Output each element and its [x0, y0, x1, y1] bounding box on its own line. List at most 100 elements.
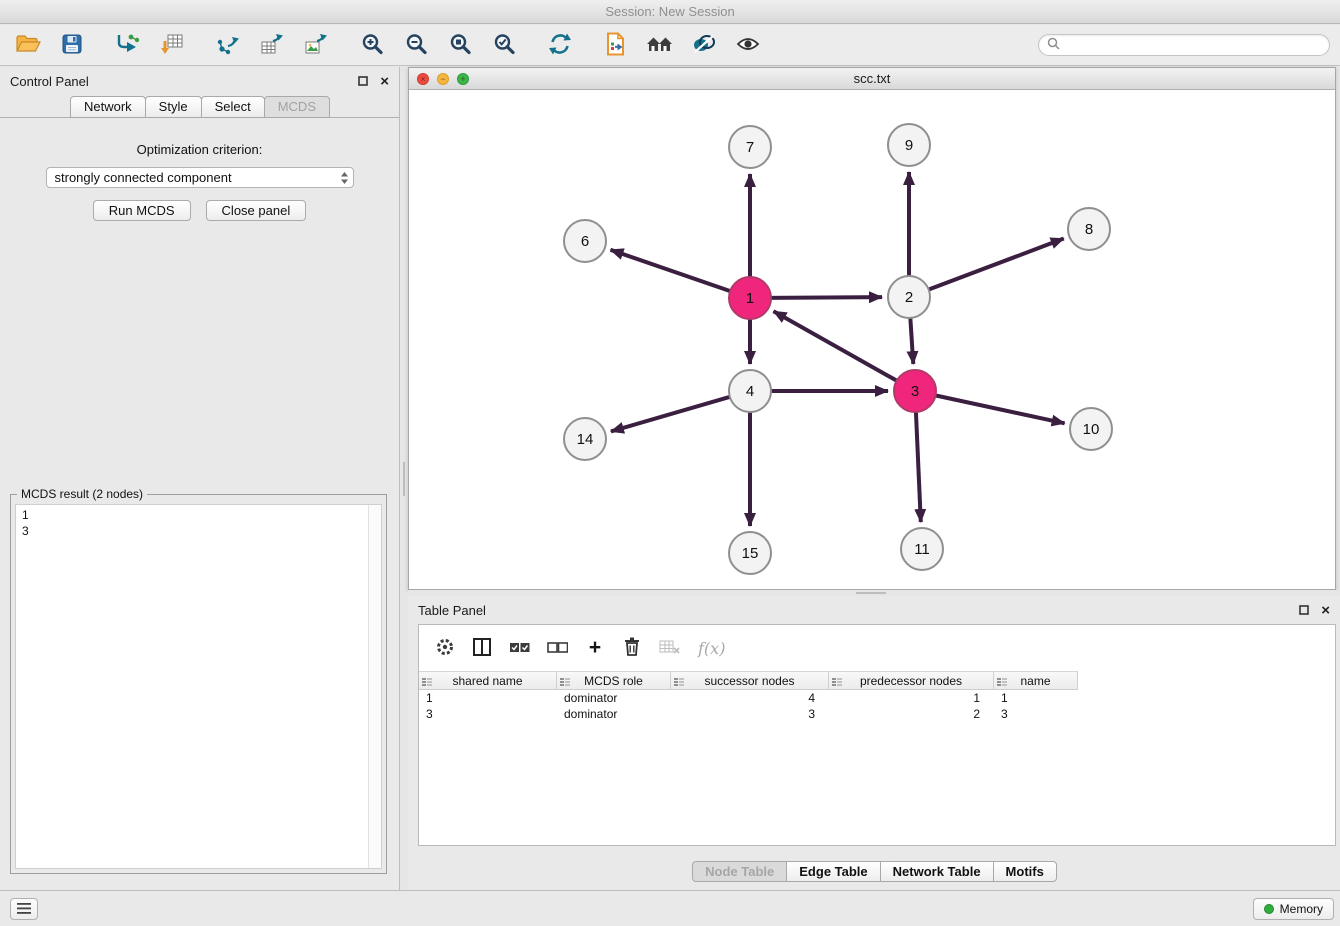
- svg-text:9: 9: [905, 137, 913, 154]
- splitter-handle[interactable]: [856, 592, 886, 594]
- close-window-button[interactable]: ×: [417, 73, 429, 85]
- import-network-button[interactable]: [110, 30, 146, 60]
- clone-network-button[interactable]: [210, 30, 246, 60]
- first-neighbors-button[interactable]: [642, 30, 678, 60]
- edge-1-6[interactable]: [611, 250, 733, 292]
- graph-node-4[interactable]: 4: [729, 370, 771, 412]
- search-box[interactable]: [1038, 34, 1330, 56]
- graph-node-8[interactable]: 8: [1068, 208, 1110, 250]
- select-all-columns-button[interactable]: [509, 637, 530, 659]
- graph-node-9[interactable]: 9: [888, 124, 930, 166]
- search-input[interactable]: [1065, 38, 1321, 52]
- column-header-mcds-role[interactable]: MCDS role: [557, 672, 671, 689]
- table-cell: dominator: [557, 690, 671, 706]
- column-header-predecessor-nodes[interactable]: predecessor nodes: [829, 672, 994, 689]
- delete-column-button[interactable]: [622, 637, 642, 659]
- optimization-dropdown[interactable]: strongly connected component: [46, 167, 354, 188]
- menu-button[interactable]: [10, 898, 38, 920]
- zoom-out-button[interactable]: [398, 30, 434, 60]
- apply-style-button[interactable]: [686, 30, 722, 60]
- graph-node-7[interactable]: 7: [729, 126, 771, 168]
- run-mcds-button[interactable]: Run MCDS: [93, 200, 191, 221]
- export-to-web-button[interactable]: [598, 30, 634, 60]
- network-graph[interactable]: 7 9 6 8 1 2 4 3 10 14 15 11: [409, 90, 1335, 589]
- export-image-button[interactable]: [298, 30, 334, 60]
- zoom-in-button[interactable]: [354, 30, 390, 60]
- vertical-splitter[interactable]: [400, 67, 408, 890]
- export-table-button[interactable]: [254, 30, 290, 60]
- column-header-name[interactable]: name: [994, 672, 1078, 689]
- columns-icon: [472, 637, 492, 660]
- chevron-up-down-icon: [340, 171, 349, 185]
- graph-node-2[interactable]: 2: [888, 276, 930, 318]
- tab-select[interactable]: Select: [201, 96, 265, 118]
- graph-node-1[interactable]: 1: [729, 277, 771, 319]
- graph-node-3[interactable]: 3: [894, 370, 936, 412]
- app-title: Session: New Session: [605, 4, 734, 19]
- edge-3-1[interactable]: [774, 311, 899, 381]
- memory-button[interactable]: Memory: [1253, 898, 1334, 920]
- column-header-shared-name[interactable]: shared name: [419, 672, 557, 689]
- network-window-title: scc.txt: [854, 71, 891, 86]
- graph-node-6[interactable]: 6: [564, 220, 606, 262]
- edge-2-8[interactable]: [927, 239, 1064, 291]
- column-label: name: [1020, 674, 1050, 688]
- tab-node-table[interactable]: Node Table: [692, 861, 787, 882]
- add-column-button[interactable]: +: [585, 637, 605, 659]
- tab-edge-table[interactable]: Edge Table: [786, 861, 880, 882]
- edge-4-14[interactable]: [611, 396, 732, 431]
- save-session-button[interactable]: [54, 30, 90, 60]
- graph-node-10[interactable]: 10: [1070, 408, 1112, 450]
- tab-mcds[interactable]: MCDS: [264, 96, 330, 118]
- close-table-panel-icon[interactable]: ×: [1321, 603, 1330, 618]
- zoom-check-icon: [492, 32, 516, 59]
- float-panel-icon[interactable]: [358, 76, 368, 86]
- svg-text:14: 14: [577, 431, 594, 448]
- deselect-all-columns-button[interactable]: [547, 637, 568, 659]
- column-header-successor-nodes[interactable]: successor nodes: [671, 672, 829, 689]
- edge-3-10[interactable]: [934, 395, 1065, 423]
- import-table-button[interactable]: [154, 30, 190, 60]
- show-hide-graphics-button[interactable]: [730, 30, 766, 60]
- graph-node-11[interactable]: 11: [901, 528, 943, 570]
- close-panel-button[interactable]: Close panel: [206, 200, 307, 221]
- table-settings-button[interactable]: [435, 637, 455, 659]
- edge-1-2[interactable]: [769, 297, 882, 298]
- svg-text:11: 11: [914, 541, 930, 558]
- plus-icon: +: [589, 638, 601, 658]
- tab-network-table[interactable]: Network Table: [880, 861, 994, 882]
- float-table-panel-icon[interactable]: [1299, 605, 1309, 615]
- refresh-view-button[interactable]: [542, 30, 578, 60]
- main-toolbar: [0, 25, 1340, 66]
- control-panel-header: Control Panel ×: [0, 67, 399, 95]
- table-cell: 1: [419, 690, 557, 706]
- mcds-result-group: MCDS result (2 nodes) 13: [10, 494, 387, 874]
- result-scrollbar[interactable]: [368, 505, 381, 868]
- tab-network[interactable]: Network: [70, 96, 146, 118]
- table-cell: 2: [829, 706, 994, 722]
- zoom-fit-button[interactable]: [442, 30, 478, 60]
- search-icon: [1047, 37, 1060, 53]
- open-file-button[interactable]: [10, 30, 46, 60]
- table-row[interactable]: 1dominator411: [419, 690, 1335, 706]
- zoom-in-icon: [360, 32, 384, 59]
- eye-icon: [736, 36, 760, 55]
- minimize-window-button[interactable]: −: [437, 73, 449, 85]
- table-panel-header: Table Panel ×: [408, 596, 1340, 624]
- image-arrow-icon: [304, 33, 328, 58]
- close-control-panel-icon[interactable]: ×: [380, 74, 389, 89]
- graph-node-15[interactable]: 15: [729, 532, 771, 574]
- svg-text:10: 10: [1083, 421, 1100, 438]
- status-bar: Memory: [0, 890, 1340, 926]
- show-columns-button[interactable]: [472, 637, 492, 659]
- tab-motifs[interactable]: Motifs: [993, 861, 1057, 882]
- tab-style[interactable]: Style: [145, 96, 202, 118]
- zoom-selected-button[interactable]: [486, 30, 522, 60]
- splitter-handle[interactable]: [403, 462, 405, 496]
- checked-boxes-icon: [509, 640, 530, 657]
- edge-2-3[interactable]: [910, 316, 913, 364]
- table-row[interactable]: 3dominator323: [419, 706, 1335, 722]
- maximize-window-button[interactable]: +: [457, 73, 469, 85]
- graph-node-14[interactable]: 14: [564, 418, 606, 460]
- edge-3-11[interactable]: [916, 410, 921, 522]
